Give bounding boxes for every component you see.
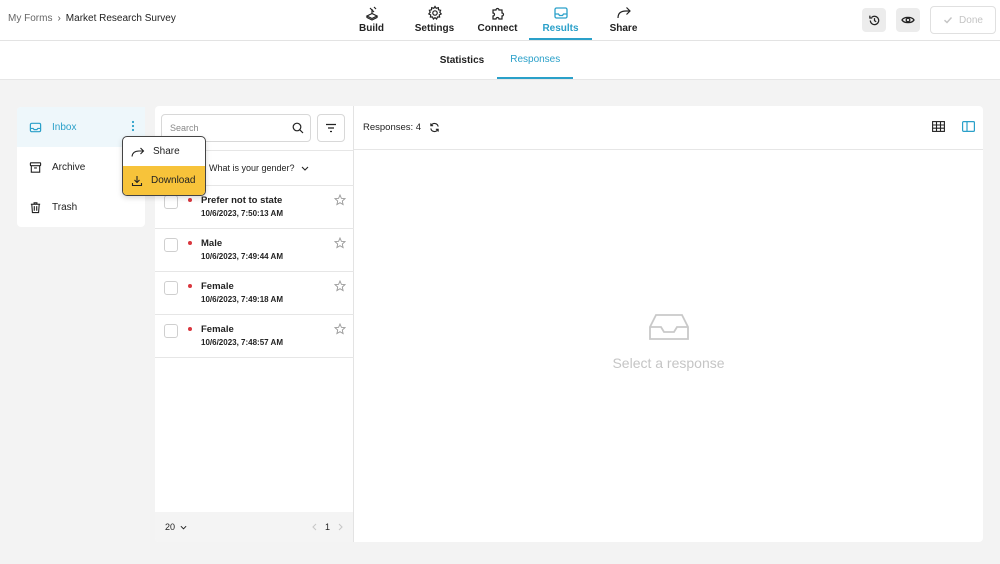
- inbox-icon: [553, 7, 568, 19]
- breadcrumb: My Forms › Market Research Survey: [8, 13, 176, 24]
- unread-indicator: [188, 284, 192, 288]
- row-checkbox[interactable]: [164, 195, 178, 209]
- nav-share[interactable]: Share: [592, 0, 655, 40]
- menu-item-share[interactable]: Share: [123, 137, 205, 166]
- top-bar: My Forms › Market Research Survey Build …: [0, 0, 1000, 41]
- done-button[interactable]: Done: [930, 6, 996, 34]
- chevron-down-icon: [180, 525, 187, 529]
- row-checkbox[interactable]: [164, 324, 178, 338]
- share-arrow-icon: [131, 147, 145, 157]
- trash-icon: [30, 201, 41, 213]
- menu-item-share-label: Share: [153, 146, 180, 157]
- breadcrumb-my-forms[interactable]: My Forms: [8, 13, 52, 24]
- results-subtabs: Statistics Responses: [0, 41, 1000, 80]
- table-view-icon[interactable]: [932, 121, 945, 132]
- tab-responses[interactable]: Responses: [497, 41, 574, 79]
- pagination: 1: [312, 522, 343, 532]
- detail-toolbar: Responses: 4: [354, 106, 983, 150]
- response-row[interactable]: Female 10/6/2023, 7:49:18 AM: [155, 272, 354, 315]
- share-arrow-icon: [616, 7, 631, 19]
- chevron-right-icon[interactable]: [338, 523, 343, 531]
- response-rows: Prefer not to state 10/6/2023, 7:50:13 A…: [155, 186, 354, 358]
- response-answer: Female: [201, 281, 234, 292]
- preview-button[interactable]: [896, 8, 920, 32]
- chevron-left-icon[interactable]: [312, 523, 317, 531]
- more-vertical-icon[interactable]: [131, 120, 135, 132]
- response-date: 10/6/2023, 7:50:13 AM: [201, 209, 283, 218]
- refresh-icon[interactable]: [429, 122, 440, 133]
- main-nav: Build Settings Connect Results Share: [340, 0, 655, 41]
- puzzle-icon: [491, 7, 504, 20]
- top-actions: Done: [862, 6, 996, 34]
- response-row[interactable]: Male 10/6/2023, 7:49:44 AM: [155, 229, 354, 272]
- nav-results[interactable]: Results: [529, 0, 592, 40]
- responses-count-label: Responses: 4: [363, 122, 422, 133]
- page-number: 1: [324, 522, 330, 532]
- tab-statistics[interactable]: Statistics: [427, 41, 497, 79]
- history-icon: [868, 15, 879, 25]
- response-answer: Female: [201, 324, 234, 335]
- response-date: 10/6/2023, 7:49:44 AM: [201, 252, 283, 261]
- star-icon[interactable]: [334, 280, 346, 292]
- nav-connect[interactable]: Connect: [466, 0, 529, 40]
- eye-icon: [901, 16, 915, 24]
- star-icon[interactable]: [334, 323, 346, 335]
- folder-inbox-label: Inbox: [52, 121, 77, 133]
- nav-connect-label: Connect: [477, 23, 518, 34]
- archive-icon: [29, 161, 42, 173]
- response-row[interactable]: Female 10/6/2023, 7:48:57 AM: [155, 315, 354, 358]
- breadcrumb-separator: ›: [57, 13, 61, 24]
- done-button-label: Done: [959, 14, 983, 26]
- empty-state: Select a response: [354, 311, 983, 371]
- gear-icon: [427, 5, 442, 20]
- split-view-icon[interactable]: [962, 121, 975, 132]
- download-icon: [131, 175, 143, 186]
- checkmark-icon: [944, 17, 953, 24]
- nav-results-label: Results: [542, 23, 579, 34]
- response-date: 10/6/2023, 7:48:57 AM: [201, 338, 283, 347]
- folder-trash-label: Trash: [52, 201, 78, 213]
- folder-context-menu: Share Download: [122, 136, 206, 196]
- filter-icon: [326, 123, 336, 133]
- page-size-value: 20: [165, 522, 176, 532]
- nav-settings[interactable]: Settings: [403, 0, 466, 40]
- nav-share-label: Share: [609, 23, 638, 34]
- menu-item-download-label: Download: [151, 175, 196, 186]
- response-detail-panel: Responses: 4 Select a response: [354, 106, 983, 542]
- folder-archive-label: Archive: [52, 161, 86, 173]
- inbox-icon: [29, 122, 42, 132]
- empty-state-text: Select a response: [612, 355, 725, 371]
- empty-inbox-icon: [648, 314, 689, 340]
- star-icon[interactable]: [334, 194, 346, 206]
- response-date: 10/6/2023, 7:49:18 AM: [201, 295, 283, 304]
- nav-build-label: Build: [359, 23, 384, 34]
- responses-count: Responses: 4: [363, 122, 440, 133]
- menu-item-download[interactable]: Download: [123, 166, 205, 195]
- page-size-select[interactable]: 20: [165, 522, 187, 532]
- chevron-down-icon: [301, 166, 308, 171]
- view-toggles: [932, 121, 975, 132]
- search-icon[interactable]: [292, 122, 304, 134]
- build-icon: [365, 6, 378, 21]
- list-footer: 20 1: [155, 512, 353, 542]
- unread-indicator: [188, 327, 192, 331]
- response-answer: Male: [201, 238, 223, 249]
- nav-build[interactable]: Build: [340, 0, 403, 40]
- star-icon[interactable]: [334, 237, 346, 249]
- history-button[interactable]: [862, 8, 886, 32]
- row-checkbox[interactable]: [164, 281, 178, 295]
- filter-button[interactable]: [317, 114, 345, 142]
- breadcrumb-current-form: Market Research Survey: [65, 13, 176, 24]
- unread-indicator: [188, 241, 192, 245]
- question-column-label: What is your gender?: [209, 163, 295, 173]
- response-answer: Prefer not to state: [201, 195, 283, 206]
- unread-indicator: [188, 198, 192, 202]
- nav-settings-label: Settings: [414, 23, 455, 34]
- row-checkbox[interactable]: [164, 238, 178, 252]
